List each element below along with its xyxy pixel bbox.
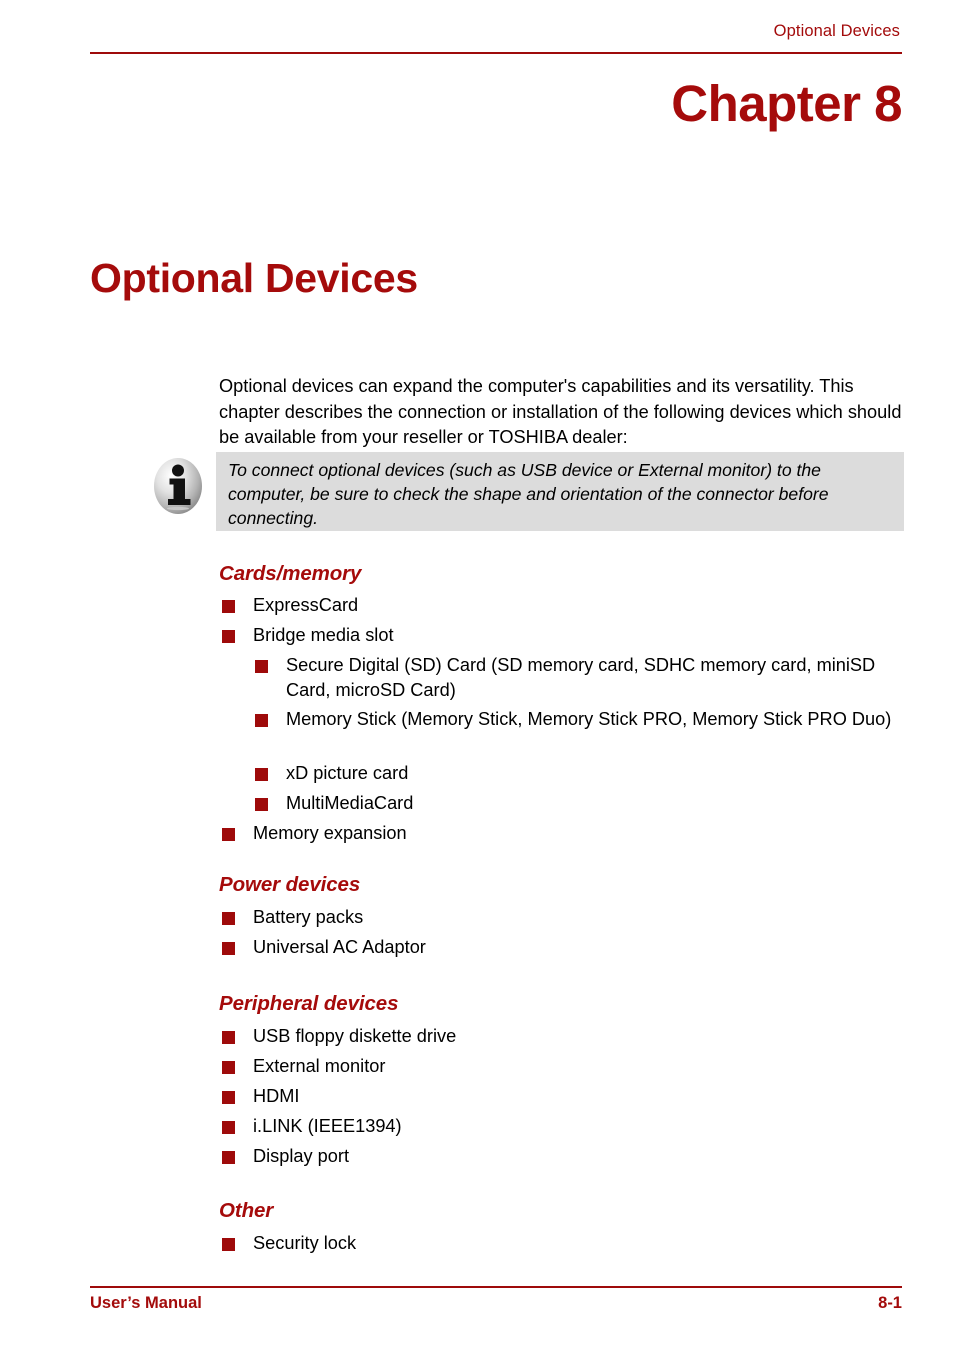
bullet-square-icon <box>222 1061 235 1074</box>
header-divider <box>90 52 902 54</box>
section-heading: Other <box>219 1199 274 1222</box>
page-header: Optional Devices <box>90 22 900 41</box>
list-item-label: i.LINK (IEEE1394) <box>253 1116 402 1136</box>
footer-page-number: 8-1 <box>878 1294 902 1312</box>
bullet-square-icon <box>222 1151 235 1164</box>
bullet-square-icon <box>222 630 235 643</box>
bullet-square-icon <box>255 768 268 781</box>
page-title: Optional Devices <box>90 255 418 301</box>
list-item-label: Battery packs <box>253 907 364 927</box>
list-item-label: Bridge media slot <box>253 625 394 645</box>
bullet-square-icon <box>222 1238 235 1251</box>
bullet-square-icon <box>222 1031 235 1044</box>
bullet-square-icon <box>222 1121 235 1134</box>
footer-divider <box>90 1286 902 1288</box>
list-item-label: MultiMediaCard <box>286 793 414 813</box>
list-item-label: USB floppy diskette drive <box>253 1026 457 1046</box>
bullet-square-icon <box>222 1091 235 1104</box>
bullet-square-icon <box>255 660 268 673</box>
bullet-square-icon <box>222 912 235 925</box>
bullet-square-icon <box>222 942 235 955</box>
section-heading: Power devices <box>219 873 361 896</box>
info-note-text: To connect optional devices (such as USB… <box>228 460 829 528</box>
list-item-label: HDMI <box>253 1086 300 1106</box>
list-item-label: ExpressCard <box>253 595 359 615</box>
bullet-square-icon <box>222 828 235 841</box>
intro-paragraph: Optional devices can expand the computer… <box>219 376 902 447</box>
list-item-label: External monitor <box>253 1056 386 1076</box>
list-item-label: Memory expansion <box>253 823 407 843</box>
bullet-square-icon <box>222 600 235 613</box>
bullet-square-icon <box>255 714 268 727</box>
section-heading: Cards/memory <box>219 562 362 585</box>
list-item-label: Universal AC Adaptor <box>253 937 426 957</box>
bullet-square-icon <box>255 798 268 811</box>
list-item-label: Memory Stick (Memory Stick, Memory Stick… <box>286 709 892 729</box>
list-item-label: Security lock <box>253 1233 357 1253</box>
manual-page: Optional Devices Chapter 8 Optional Devi… <box>0 0 954 1351</box>
running-header-title: Optional Devices <box>773 22 900 40</box>
list-item-label: Secure Digital (SD) Card (SD memory card… <box>286 655 876 700</box>
chapter-number: Chapter 8 <box>671 75 902 132</box>
info-note: To connect optional devices (such as USB… <box>148 452 904 534</box>
list-item-label: Display port <box>253 1146 350 1166</box>
info-note-body: To connect optional devices (such as USB… <box>216 452 904 531</box>
info-icon <box>153 457 203 515</box>
section-heading: Peripheral devices <box>219 992 399 1015</box>
list-item-label: xD picture card <box>286 763 409 783</box>
